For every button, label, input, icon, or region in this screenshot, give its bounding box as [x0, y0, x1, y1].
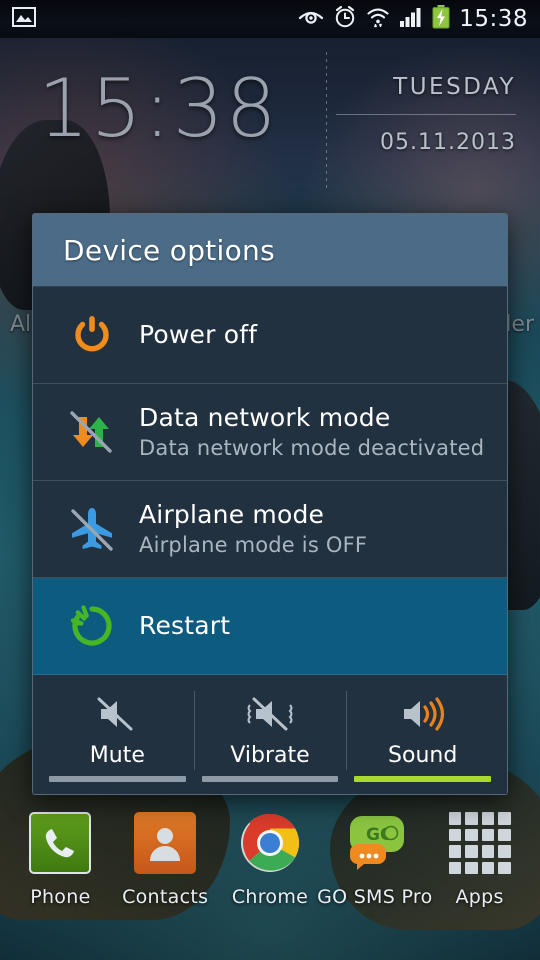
- go-sms-pro-icon: GO: [344, 812, 406, 874]
- sound-mode-vibrate[interactable]: Vibrate: [193, 685, 347, 782]
- sound-mode-label: Mute: [89, 743, 145, 768]
- dialog-title: Device options: [63, 233, 275, 267]
- dock-item-go-sms-pro[interactable]: GO GO SMS Pro: [317, 812, 432, 908]
- alarm-clock-icon: [333, 5, 357, 33]
- option-airplane-mode-text: Airplane mode Airplane mode is OFF: [123, 500, 368, 557]
- sound-mode-row: Mute Vibrate Sound: [33, 675, 507, 794]
- home-dock: Phone Contacts Chrome GO GO SMS Pro Apps: [0, 800, 540, 960]
- sound-mode-sound[interactable]: Sound: [346, 685, 499, 782]
- device-options-dialog: Device options Power off Data network mo…: [32, 213, 508, 795]
- option-airplane-mode[interactable]: Airplane mode Airplane mode is OFF: [33, 481, 507, 578]
- option-restart[interactable]: Restart: [33, 578, 507, 675]
- apps-grid-icon: [448, 812, 511, 874]
- data-network-mode-icon: [61, 401, 123, 463]
- chrome-icon: [239, 812, 301, 874]
- sound-mode-bar-active: [354, 776, 492, 782]
- option-subtitle: Airplane mode is OFF: [139, 532, 368, 557]
- cellular-signal-icon: [399, 6, 423, 32]
- option-restart-text: Restart: [123, 610, 231, 641]
- clock-widget-divider: [326, 52, 327, 188]
- option-title: Airplane mode: [139, 500, 325, 530]
- dock-label: Contacts: [122, 886, 209, 908]
- home-clock-widget[interactable]: 15:38 TUESDAY 05.11.2013: [6, 46, 534, 194]
- status-bar[interactable]: 15:38: [0, 0, 540, 38]
- dialog-header: Device options: [33, 214, 507, 287]
- wifi-icon: [366, 5, 390, 33]
- option-title: Data network mode: [139, 403, 391, 433]
- dock-label: GO SMS Pro: [317, 886, 433, 908]
- dock-item-phone[interactable]: Phone: [12, 812, 108, 908]
- option-subtitle: Data network mode deactivated: [139, 435, 485, 460]
- mute-icon: [95, 691, 139, 737]
- background-widget-text-left: Al: [10, 312, 32, 337]
- status-bar-right-icons: 15:38: [298, 5, 540, 33]
- clock-widget-rule: [336, 114, 516, 115]
- clock-widget-day: TUESDAY: [393, 74, 516, 100]
- phone-icon: [29, 812, 92, 874]
- status-bar-left-icons: [0, 7, 298, 31]
- option-title: Restart: [139, 610, 231, 640]
- restart-icon: [61, 595, 123, 657]
- option-power-off[interactable]: Power off: [33, 287, 507, 384]
- sound-mode-mute[interactable]: Mute: [41, 685, 194, 782]
- vibrate-icon: [244, 691, 296, 737]
- dock-item-contacts[interactable]: Contacts: [117, 812, 213, 908]
- sound-mode-bar: [49, 776, 186, 782]
- clock-widget-time: 15:38: [38, 62, 279, 155]
- option-power-off-text: Power off: [123, 319, 258, 350]
- option-title: Power off: [139, 319, 258, 349]
- dock-label: Chrome: [231, 886, 309, 908]
- sound-mode-label: Sound: [388, 743, 458, 768]
- option-data-network-mode[interactable]: Data network mode Data network mode deac…: [33, 384, 507, 481]
- sound-mode-label: Vibrate: [230, 743, 310, 768]
- status-bar-clock: 15:38: [459, 6, 528, 32]
- sound-icon: [399, 691, 447, 737]
- option-data-network-mode-text: Data network mode Data network mode deac…: [123, 403, 485, 460]
- smart-stay-eye-icon: [298, 7, 324, 31]
- dock-label: Apps: [455, 886, 504, 908]
- battery-charging-icon: [432, 5, 450, 33]
- dock-label: Phone: [30, 886, 91, 908]
- gallery-image-icon: [12, 7, 36, 31]
- clock-widget-date: 05.11.2013: [380, 130, 516, 155]
- power-off-icon: [61, 304, 123, 366]
- contacts-icon: [134, 812, 197, 874]
- sound-mode-bar: [201, 776, 339, 782]
- dock-item-apps[interactable]: Apps: [432, 812, 528, 908]
- dock-item-chrome[interactable]: Chrome: [222, 812, 318, 908]
- airplane-mode-icon: [61, 498, 123, 560]
